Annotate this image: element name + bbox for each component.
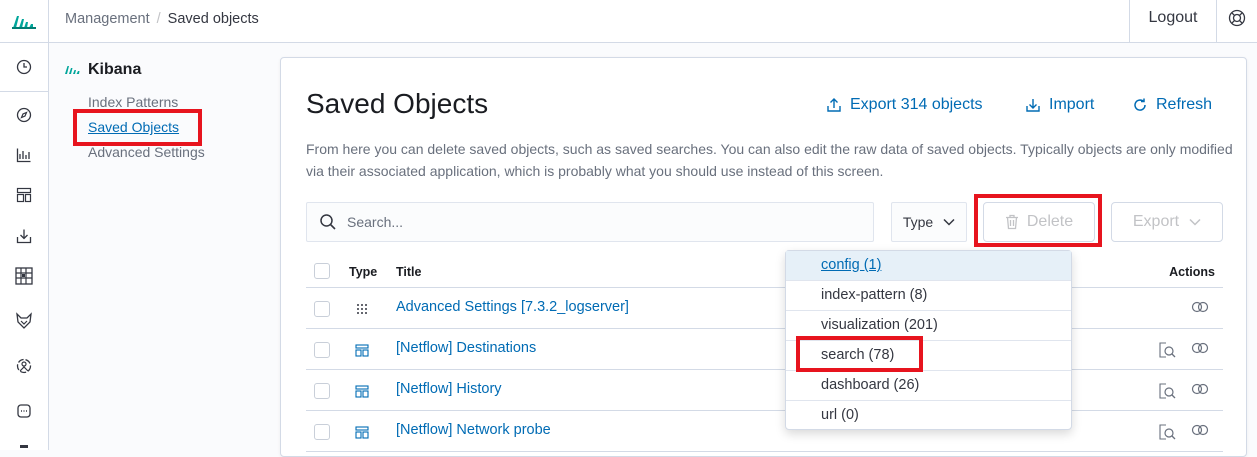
- import-button[interactable]: Import: [1025, 96, 1094, 114]
- visualize-chart-icon[interactable]: [14, 145, 34, 165]
- type-option-dashboard[interactable]: dashboard (26): [786, 371, 1071, 401]
- dashboard-icon: [354, 424, 370, 440]
- chevron-down-icon: [1189, 218, 1201, 226]
- recently-viewed-clock-icon[interactable]: [14, 57, 34, 77]
- type-option-visualization[interactable]: visualization (201): [786, 311, 1071, 341]
- row-title-link[interactable]: [Netflow] History: [396, 381, 502, 397]
- refresh-button[interactable]: Refresh: [1132, 96, 1212, 114]
- breadcrumb-separator: /: [156, 11, 161, 27]
- elastic-logo-icon: [12, 15, 36, 29]
- saved-objects-panel: Saved Objects Export 314 objects Import …: [280, 57, 1247, 457]
- inspect-icon[interactable]: [1158, 423, 1176, 446]
- dashboard-icon[interactable]: [14, 185, 34, 205]
- type-filter-label: Type: [902, 214, 934, 230]
- nav-rail: [0, 43, 49, 450]
- ingest-download-icon[interactable]: [14, 226, 34, 246]
- column-header-title[interactable]: Title: [396, 265, 421, 279]
- row-checkbox[interactable]: [314, 342, 330, 358]
- logout-button[interactable]: Logout: [1129, 0, 1217, 43]
- help-button[interactable]: [1217, 0, 1257, 43]
- table-row: Advanced Settings [7.3.2_logserver]: [306, 288, 1223, 329]
- inspect-icon[interactable]: [1158, 382, 1176, 405]
- relationships-icon[interactable]: [1191, 300, 1209, 318]
- chevron-down-icon: [943, 218, 955, 226]
- export-all-label: Export 314 objects: [850, 96, 983, 113]
- search-box[interactable]: [306, 202, 874, 242]
- type-option-index-pattern[interactable]: index-pattern (8): [786, 281, 1071, 311]
- nav-more-indicator: [20, 445, 28, 448]
- table-row: [Netflow] Destinations: [306, 329, 1223, 370]
- help-lifebuoy-icon: [1228, 9, 1246, 27]
- sidebar-section-kibana: Kibana: [64, 61, 141, 79]
- type-option-config[interactable]: config (1): [786, 251, 1071, 281]
- ml-robot-icon[interactable]: [14, 356, 34, 376]
- trash-icon: [1005, 214, 1018, 230]
- saved-objects-table: Type Title Actions Advanced Settings [7.…: [306, 254, 1223, 452]
- column-header-actions: Actions: [1169, 265, 1215, 279]
- delete-label: Delete: [1026, 213, 1074, 230]
- export-selected-label: Export: [1132, 213, 1180, 230]
- kibana-icon: [65, 66, 80, 74]
- breadcrumb-management[interactable]: Management: [65, 11, 150, 27]
- table-row: [Netflow] Network probe: [306, 411, 1223, 452]
- export-upload-icon: [827, 98, 841, 112]
- column-header-type[interactable]: Type: [349, 265, 377, 279]
- discover-compass-icon[interactable]: [14, 105, 34, 125]
- import-label: Import: [1049, 96, 1095, 113]
- export-selected-button[interactable]: Export: [1111, 202, 1223, 242]
- row-title-link[interactable]: Advanced Settings [7.3.2_logserver]: [396, 299, 629, 315]
- refresh-label: Refresh: [1156, 96, 1213, 113]
- management-sidebar: Kibana Index Patterns Saved Objects Adva…: [49, 43, 279, 450]
- sidebar-item-saved-objects[interactable]: Saved Objects: [88, 119, 179, 135]
- row-title-link[interactable]: [Netflow] Network probe: [396, 422, 551, 438]
- type-option-url[interactable]: url (0): [786, 401, 1071, 431]
- page-description: From here you can delete saved objects, …: [306, 141, 1233, 179]
- row-title-link[interactable]: [Netflow] Destinations: [396, 340, 536, 356]
- relationships-icon[interactable]: [1191, 382, 1209, 400]
- sidebar-heading: Kibana: [88, 61, 142, 78]
- row-checkbox[interactable]: [314, 301, 330, 317]
- export-all-button[interactable]: Export 314 objects: [826, 96, 983, 114]
- table-header: Type Title Actions: [306, 254, 1223, 288]
- search-icon: [320, 214, 336, 230]
- breadcrumb: Management / Saved objects: [65, 0, 259, 38]
- type-filter-dropdown: config (1) index-pattern (8) visualizati…: [785, 250, 1072, 430]
- search-input[interactable]: [347, 214, 847, 230]
- nav-divider: [0, 91, 48, 92]
- inspect-icon[interactable]: [1158, 341, 1176, 364]
- breadcrumb-current: Saved objects: [167, 11, 259, 27]
- dashboard-icon: [354, 383, 370, 399]
- table-row: [Netflow] History: [306, 370, 1223, 411]
- type-option-search[interactable]: search (78): [786, 341, 1071, 371]
- kibana-logo[interactable]: [0, 0, 49, 43]
- row-checkbox[interactable]: [314, 424, 330, 440]
- sidebar-item-advanced-settings[interactable]: Advanced Settings: [88, 144, 205, 160]
- settings-grid-icon: [354, 301, 370, 317]
- dev-tools-console-icon[interactable]: [14, 401, 34, 421]
- top-header: Management / Saved objects Logout: [0, 0, 1257, 43]
- dashboard-icon: [354, 342, 370, 358]
- security-fox-icon[interactable]: [14, 311, 34, 331]
- page-title: Saved Objects: [306, 88, 489, 119]
- select-all-checkbox[interactable]: [314, 263, 330, 279]
- refresh-icon: [1134, 98, 1146, 111]
- import-download-icon: [1026, 99, 1040, 112]
- relationships-icon[interactable]: [1191, 341, 1209, 359]
- delete-button[interactable]: Delete: [983, 202, 1095, 242]
- relationships-icon[interactable]: [1191, 423, 1209, 441]
- sidebar-item-index-patterns[interactable]: Index Patterns: [88, 94, 178, 110]
- canvas-grid-icon[interactable]: [14, 266, 34, 286]
- row-checkbox[interactable]: [314, 383, 330, 399]
- type-filter-button[interactable]: Type: [891, 202, 967, 242]
